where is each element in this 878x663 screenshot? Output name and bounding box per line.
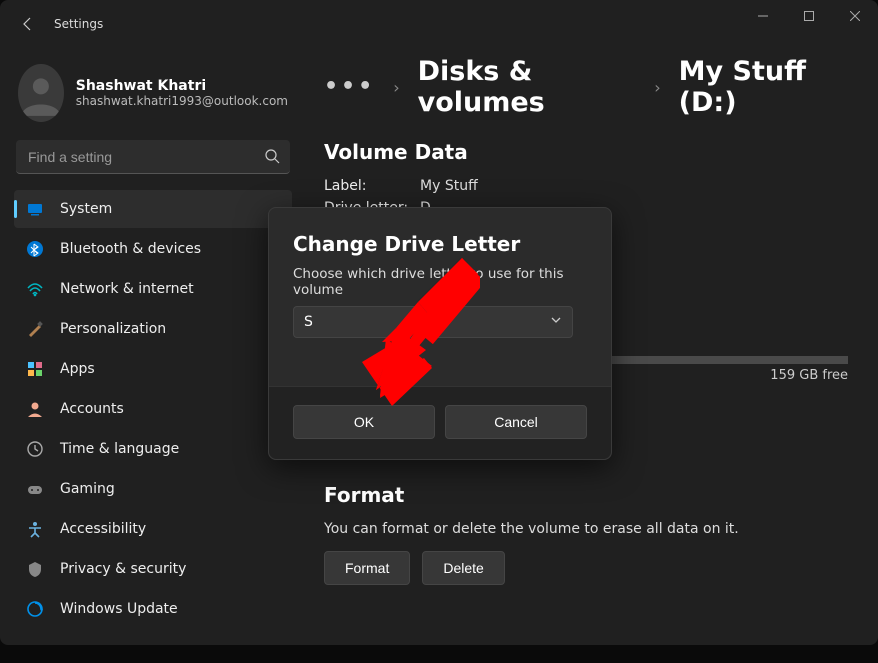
clock-icon [26, 440, 44, 458]
sidebar-item-time-language[interactable]: Time & language [14, 430, 292, 468]
label-value: My Stuff [420, 178, 478, 194]
maximize-button[interactable] [786, 0, 832, 32]
sidebar-item-label: Network & internet [60, 281, 194, 297]
user-block[interactable]: Shashwat Khatri shashwat.khatri1993@outl… [14, 56, 292, 136]
sidebar-item-label: Privacy & security [60, 561, 186, 577]
breadcrumb-current: My Stuff (D:) [679, 56, 848, 118]
sidebar-item-label: Time & language [60, 441, 179, 457]
back-button[interactable] [14, 10, 42, 38]
sidebar-item-accounts[interactable]: Accounts [14, 390, 292, 428]
close-button[interactable] [832, 0, 878, 32]
person-icon [26, 400, 44, 418]
sidebar-item-network-internet[interactable]: Network & internet [14, 270, 292, 308]
change-drive-letter-dialog: Change Drive Letter Choose which drive l… [268, 207, 612, 460]
dialog-title: Change Drive Letter [293, 232, 587, 256]
sidebar-item-label: Gaming [60, 481, 115, 497]
breadcrumb-parent[interactable]: Disks & volumes [418, 56, 637, 118]
delete-button[interactable]: Delete [422, 551, 504, 585]
accessibility-icon [26, 520, 44, 538]
sidebar-item-gaming[interactable]: Gaming [14, 470, 292, 508]
cancel-button[interactable]: Cancel [445, 405, 587, 439]
sidebar-item-privacy-security[interactable]: Privacy & security [14, 550, 292, 588]
paintbrush-icon [26, 320, 44, 338]
format-button[interactable]: Format [324, 551, 410, 585]
search-icon [264, 148, 280, 168]
wifi-icon [26, 280, 44, 298]
sidebar-item-system[interactable]: System [14, 190, 292, 228]
avatar [18, 64, 64, 122]
user-email: shashwat.khatri1993@outlook.com [76, 94, 288, 108]
breadcrumb-more-icon[interactable]: ••• [324, 85, 375, 89]
sidebar-item-apps[interactable]: Apps [14, 350, 292, 388]
minimize-button[interactable] [740, 0, 786, 32]
sidebar-item-label: Windows Update [60, 601, 178, 617]
breadcrumb: ••• › Disks & volumes › My Stuff (D:) [324, 56, 848, 118]
sidebar-item-label: Accounts [60, 401, 124, 417]
format-description: You can format or delete the volume to e… [324, 521, 848, 537]
sidebar-item-accessibility[interactable]: Accessibility [14, 510, 292, 548]
section-title-format: Format [324, 483, 848, 507]
sidebar-item-personalization[interactable]: Personalization [14, 310, 292, 348]
shield-icon [26, 560, 44, 578]
search-input[interactable] [16, 140, 290, 174]
chevron-right-icon: › [393, 78, 399, 97]
system-icon [26, 200, 44, 218]
drive-letter-select[interactable]: S [293, 306, 573, 338]
sidebar-item-label: Apps [60, 361, 95, 377]
section-title-volume: Volume Data [324, 140, 848, 164]
ok-button[interactable]: OK [293, 405, 435, 439]
chevron-right-icon: › [654, 78, 660, 97]
sidebar-item-label: Accessibility [60, 521, 146, 537]
drive-letter-selected: S [304, 314, 313, 330]
label-key: Label: [324, 178, 420, 194]
sidebar-item-windows-update[interactable]: Windows Update [14, 590, 292, 628]
bluetooth-icon [26, 240, 44, 258]
window-title: Settings [54, 17, 103, 31]
sidebar-item-label: Personalization [60, 321, 166, 337]
dialog-subtitle: Choose which drive letter to use for thi… [293, 266, 587, 298]
gaming-icon [26, 480, 44, 498]
update-icon [26, 600, 44, 618]
user-name: Shashwat Khatri [76, 78, 288, 94]
sidebar-item-label: System [60, 201, 112, 217]
sidebar-item-label: Bluetooth & devices [60, 241, 201, 257]
apps-icon [26, 360, 44, 378]
sidebar-item-bluetooth-devices[interactable]: Bluetooth & devices [14, 230, 292, 268]
chevron-down-icon [550, 314, 562, 330]
